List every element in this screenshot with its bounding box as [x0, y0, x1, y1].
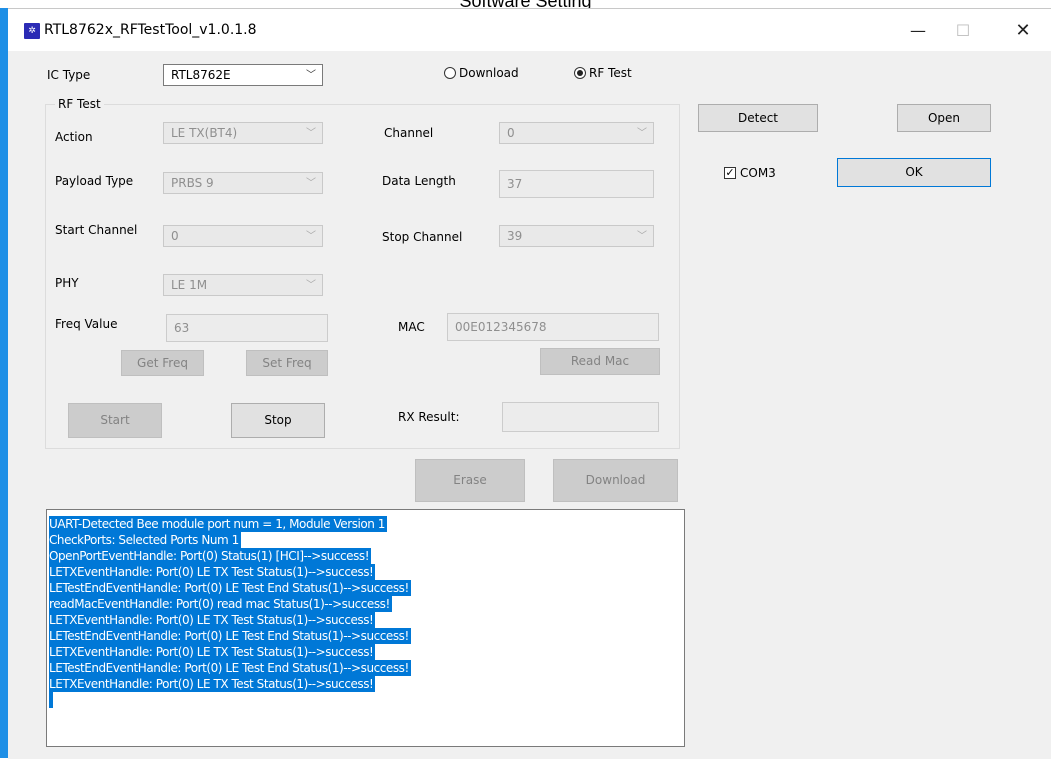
rx-result-label: RX Result:	[398, 410, 460, 424]
radio-selected-icon	[574, 67, 586, 79]
start-channel-select[interactable]: 0 ﹀	[163, 225, 323, 247]
log-line: LETXEventHandle: Port(0) LE TX Test Stat…	[49, 564, 376, 580]
data-length-label: Data Length	[382, 174, 456, 188]
log-line: LETestEndEventHandle: Port(0) LE Test En…	[49, 580, 411, 596]
log-line: LETestEndEventHandle: Port(0) LE Test En…	[49, 660, 411, 676]
title-bar[interactable]: ✲ RTL8762x_RFTestTool_v1.0.1.8 — ☐ ✕	[8, 9, 1051, 51]
log-line: CheckPorts: Selected Ports Num 1	[49, 532, 241, 548]
action-value: LE TX(BT4)	[171, 126, 238, 140]
ic-type-select[interactable]: RTL8762E ﹀	[163, 64, 323, 86]
payload-type-select[interactable]: PRBS 9 ﹀	[163, 172, 323, 194]
stop-button[interactable]: Stop	[231, 403, 325, 438]
payload-type-label: Payload Type	[55, 174, 134, 188]
open-button[interactable]: Open	[897, 104, 991, 132]
freq-value-value: 63	[174, 321, 190, 335]
log-line: LETXEventHandle: Port(0) LE TX Test Stat…	[49, 676, 376, 692]
start-channel-label: Start Channel	[55, 223, 138, 237]
data-length-value: 37	[507, 177, 523, 191]
checkbox-checked-icon: ✓	[724, 166, 736, 179]
log-line: LETestEndEventHandle: Port(0) LE Test En…	[49, 628, 411, 644]
app-window: ✲ RTL8762x_RFTestTool_v1.0.1.8 — ☐ ✕ IC …	[8, 8, 1051, 759]
erase-button[interactable]: Erase	[415, 459, 525, 502]
maximize-button[interactable]: ☐	[940, 19, 986, 43]
rx-result-field[interactable]	[502, 402, 659, 432]
rf-test-mode-label: RF Test	[589, 66, 632, 80]
stop-channel-select[interactable]: 39 ﹀	[499, 225, 654, 247]
close-button[interactable]: ✕	[1000, 19, 1046, 43]
ic-type-value: RTL8762E	[171, 68, 231, 82]
left-accent-bar	[0, 8, 8, 758]
phy-label: PHY	[55, 276, 79, 290]
chevron-down-icon: ﹀	[637, 231, 647, 242]
action-label: Action	[55, 130, 93, 144]
data-length-field[interactable]: 37	[499, 170, 654, 198]
mac-field[interactable]: 00E012345678	[447, 313, 659, 341]
detect-button[interactable]: Detect	[698, 104, 818, 132]
rf-test-group-label: RF Test	[55, 97, 104, 111]
chevron-down-icon: ﹀	[306, 128, 316, 139]
log-line: LETXEventHandle: Port(0) LE TX Test Stat…	[49, 644, 376, 660]
rf-test-group	[45, 104, 680, 449]
ok-button[interactable]: OK	[837, 158, 991, 187]
channel-value: 0	[507, 126, 515, 140]
ic-type-label: IC Type	[47, 68, 91, 82]
window-title: RTL8762x_RFTestTool_v1.0.1.8	[44, 22, 257, 38]
chevron-down-icon: ﹀	[637, 128, 647, 139]
mac-value: 00E012345678	[455, 320, 547, 334]
download-button[interactable]: Download	[553, 459, 678, 502]
log-line: OpenPortEventHandle: Port(0) Status(1) […	[49, 548, 372, 564]
channel-select[interactable]: 0 ﹀	[499, 122, 654, 144]
set-freq-button[interactable]: Set Freq	[246, 350, 328, 376]
freq-value-label: Freq Value	[55, 317, 118, 331]
com3-label: COM3	[740, 166, 776, 180]
download-mode-radio[interactable]: Download	[444, 66, 534, 82]
start-button[interactable]: Start	[68, 403, 162, 438]
chevron-down-icon: ﹀	[306, 178, 316, 189]
read-mac-button[interactable]: Read Mac	[540, 348, 660, 375]
radio-unselected-icon	[444, 67, 456, 79]
log-line: LETXEventHandle: Port(0) LE TX Test Stat…	[49, 612, 376, 628]
payload-type-value: PRBS 9	[171, 176, 214, 190]
chevron-down-icon: ﹀	[306, 70, 316, 81]
chevron-down-icon: ﹀	[306, 231, 316, 242]
get-freq-button[interactable]: Get Freq	[121, 350, 204, 376]
minimize-button[interactable]: —	[895, 19, 941, 43]
channel-label: Channel	[384, 126, 434, 140]
action-select[interactable]: LE TX(BT4) ﹀	[163, 122, 323, 144]
chevron-down-icon: ﹀	[306, 280, 316, 291]
log-output[interactable]: UART-Detected Bee module port num = 1, M…	[46, 509, 685, 747]
freq-value-field[interactable]: 63	[166, 314, 328, 342]
phy-value: LE 1M	[171, 278, 208, 292]
mac-label: MAC	[398, 320, 425, 334]
text-caret	[49, 692, 53, 708]
rf-test-mode-radio[interactable]: RF Test	[574, 66, 654, 82]
download-mode-label: Download	[459, 66, 519, 80]
phy-select[interactable]: LE 1M ﹀	[163, 274, 323, 296]
log-line: UART-Detected Bee module port num = 1, M…	[49, 516, 387, 532]
start-channel-value: 0	[171, 229, 179, 243]
stop-channel-value: 39	[507, 229, 523, 243]
app-logo-icon: ✲	[24, 23, 40, 39]
log-line: readMacEventHandle: Port(0) read mac Sta…	[49, 596, 392, 612]
stop-channel-label: Stop Channel	[382, 230, 463, 244]
